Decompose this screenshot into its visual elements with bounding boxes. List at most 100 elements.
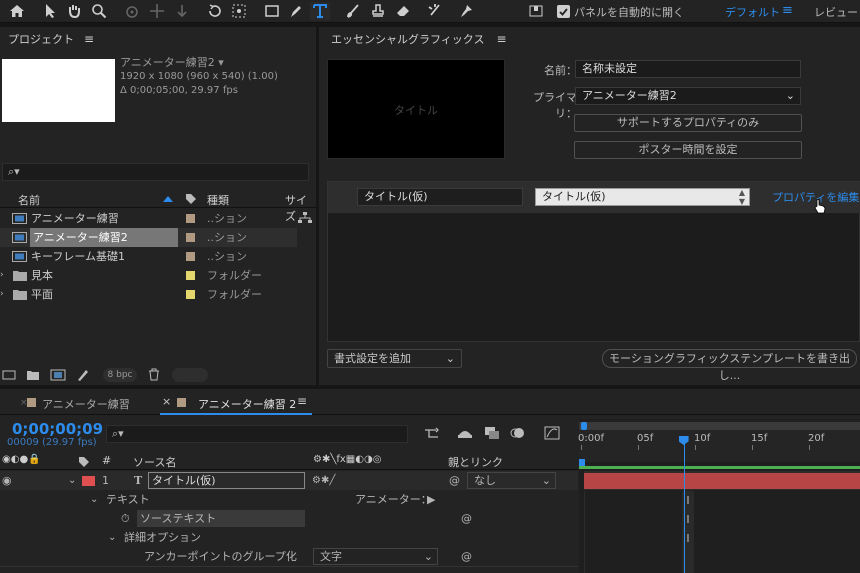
selection-tool-icon[interactable]	[40, 2, 60, 20]
close-tab-icon[interactable]: ×	[162, 395, 171, 408]
rotate-tool-icon[interactable]	[205, 2, 225, 20]
chevron-down-icon[interactable]: ⌄	[90, 490, 98, 509]
layer-name-field[interactable]: タイトル(仮)	[148, 472, 305, 489]
label-color-swatch[interactable]	[186, 233, 195, 242]
type-tool-icon[interactable]	[310, 2, 330, 20]
auto-open-checkbox[interactable]	[557, 5, 570, 18]
pickwhip-icon[interactable]: @	[449, 471, 460, 490]
pan-camera-icon[interactable]	[147, 2, 167, 20]
pickwhip-icon[interactable]: @	[461, 509, 472, 528]
navigator-start-handle[interactable]	[581, 422, 587, 430]
av-switches-icon[interactable]: ◉◐●🔒	[2, 454, 41, 465]
tab-animator-practice-2[interactable]: アニメーター練習 2	[198, 396, 296, 412]
layer-switches-icon[interactable]: ⚙✱╲fx▦◐◑◎	[313, 454, 381, 465]
timeline-search-input[interactable]: ⌕▾	[106, 425, 408, 443]
export-mogrt-button[interactable]: モーショングラフィックステンプレートを書き出し...	[602, 349, 857, 382]
col-name[interactable]: 名前	[18, 192, 40, 208]
bpc-button[interactable]: 8 bpc	[103, 368, 137, 382]
label-tag-icon[interactable]	[185, 193, 197, 205]
col-layer-number[interactable]: #	[102, 454, 111, 467]
animator-menu[interactable]: アニメーター：	[355, 490, 432, 509]
property-label-field[interactable]: タイトル(仮)	[357, 188, 523, 206]
workspace-default[interactable]: デフォルト	[725, 4, 780, 20]
new-folder-icon[interactable]	[26, 369, 40, 381]
hand-tool-icon[interactable]	[64, 2, 84, 20]
label-color-swatch[interactable]	[186, 271, 195, 280]
motion-blur-icon[interactable]	[510, 426, 526, 440]
project-scroll-pill[interactable]	[172, 368, 208, 382]
label-color-swatch[interactable]	[186, 290, 195, 299]
anchor-grouping-row[interactable]: アンカーポイントのグループ化 文字 ⌄ @	[0, 547, 578, 566]
panel-menu-icon[interactable]: ≡	[84, 32, 94, 46]
source-text-row[interactable]: ⏱ ソーステキスト @	[0, 509, 578, 528]
chevron-right-icon[interactable]: ›	[0, 285, 4, 304]
eye-icon[interactable]: ◉	[2, 471, 12, 490]
label-color-swatch[interactable]	[186, 252, 195, 261]
project-settings-icon[interactable]	[76, 368, 90, 382]
stepper-icon[interactable]: ▲ ▼	[739, 188, 745, 206]
dolly-camera-icon[interactable]	[172, 2, 192, 20]
zoom-tool-icon[interactable]	[89, 2, 109, 20]
layer-label-color[interactable]	[82, 476, 95, 486]
project-item[interactable]: › 見本 フォルダー	[0, 266, 297, 285]
project-item[interactable]: キーフレーム基礎1 ..ション	[0, 247, 297, 266]
workspace-review[interactable]: レビュー	[814, 4, 858, 20]
chevron-down-icon[interactable]: ⌄	[68, 471, 76, 490]
col-source-name[interactable]: ソース名	[133, 454, 176, 470]
text-group-row[interactable]: ⌄ テキスト アニメーター： ▶	[0, 490, 578, 509]
col-parent-link[interactable]: 親とリンク	[448, 454, 503, 470]
advanced-group-row[interactable]: ⌄ 詳細オプション	[0, 528, 578, 547]
new-comp-icon[interactable]	[50, 369, 66, 381]
project-item[interactable]: アニメーター練習2 ..ション	[0, 228, 297, 247]
source-text-label[interactable]: ソーステキスト	[137, 510, 305, 527]
flowchart-icon[interactable]	[298, 212, 312, 224]
col-type[interactable]: 種類	[207, 192, 229, 208]
comp-flowchart-icon[interactable]	[424, 427, 442, 441]
property-text-field[interactable]: タイトル(仮) ▲ ▼	[535, 188, 750, 206]
puppet-pin-icon[interactable]	[456, 2, 476, 20]
supported-properties-button[interactable]: サポートするプロパティのみ	[574, 114, 802, 132]
primary-comp-select[interactable]: アニメーター練習2 ⌄	[575, 87, 801, 105]
template-name-field[interactable]: 名称未設定	[575, 60, 801, 78]
work-area-bar[interactable]	[579, 466, 860, 469]
set-poster-time-button[interactable]: ポスター時間を設定	[574, 141, 802, 159]
project-item[interactable]: アニメーター練習 ..ション	[0, 209, 297, 228]
shy-icon[interactable]	[457, 426, 473, 440]
panel-menu-icon[interactable]: ≡	[496, 32, 506, 46]
play-circle-icon[interactable]: ▶	[427, 490, 435, 509]
layer-row[interactable]: ◉ ⌄ 1 T タイトル(仮) ⚙✱╱ @ なし ⌄	[0, 471, 578, 490]
panel-icon[interactable]	[526, 2, 546, 20]
chevron-right-icon[interactable]: ›	[0, 266, 4, 285]
playhead-line[interactable]	[683, 436, 685, 573]
frame-blending-icon[interactable]	[484, 426, 500, 440]
trash-icon[interactable]	[148, 368, 160, 381]
label-tag-icon[interactable]	[78, 456, 90, 468]
anchor-point-tool-icon[interactable]	[229, 2, 249, 20]
current-timecode[interactable]: 0;00;00;09	[12, 420, 103, 438]
panel-menu-icon[interactable]: ≡	[297, 394, 307, 408]
parent-select[interactable]: なし ⌄	[467, 472, 556, 489]
roto-brush-icon[interactable]	[425, 2, 445, 20]
time-navigator[interactable]	[579, 422, 860, 430]
rectangle-tool-icon[interactable]	[262, 2, 282, 20]
interpret-footage-icon[interactable]	[2, 369, 16, 381]
anchor-grouping-select[interactable]: 文字 ⌄	[313, 548, 438, 565]
layer-switch-icons[interactable]: ⚙✱╱	[312, 471, 335, 490]
orbit-camera-icon[interactable]	[122, 2, 142, 20]
clone-stamp-icon[interactable]	[368, 2, 388, 20]
workspace-menu-icon[interactable]: ≡	[782, 3, 793, 18]
label-color-swatch[interactable]	[186, 214, 195, 223]
brush-tool-icon[interactable]	[343, 2, 363, 20]
graph-editor-icon[interactable]	[544, 426, 560, 440]
stopwatch-icon[interactable]: ⏱	[121, 509, 130, 528]
home-icon[interactable]	[7, 2, 27, 20]
add-format-dropdown[interactable]: 書式設定を追加 ⌄	[327, 349, 462, 368]
project-item[interactable]: › 平面 フォルダー	[0, 285, 297, 304]
eraser-tool-icon[interactable]	[393, 2, 413, 20]
pickwhip-icon[interactable]: @	[461, 547, 472, 566]
pen-tool-icon[interactable]	[286, 2, 306, 20]
project-search-input[interactable]: ⌕▾	[2, 163, 309, 181]
layer-duration-bar[interactable]	[584, 473, 860, 489]
tab-animator-practice[interactable]: アニメーター練習	[42, 396, 130, 412]
chevron-down-icon[interactable]: ⌄	[108, 528, 116, 547]
